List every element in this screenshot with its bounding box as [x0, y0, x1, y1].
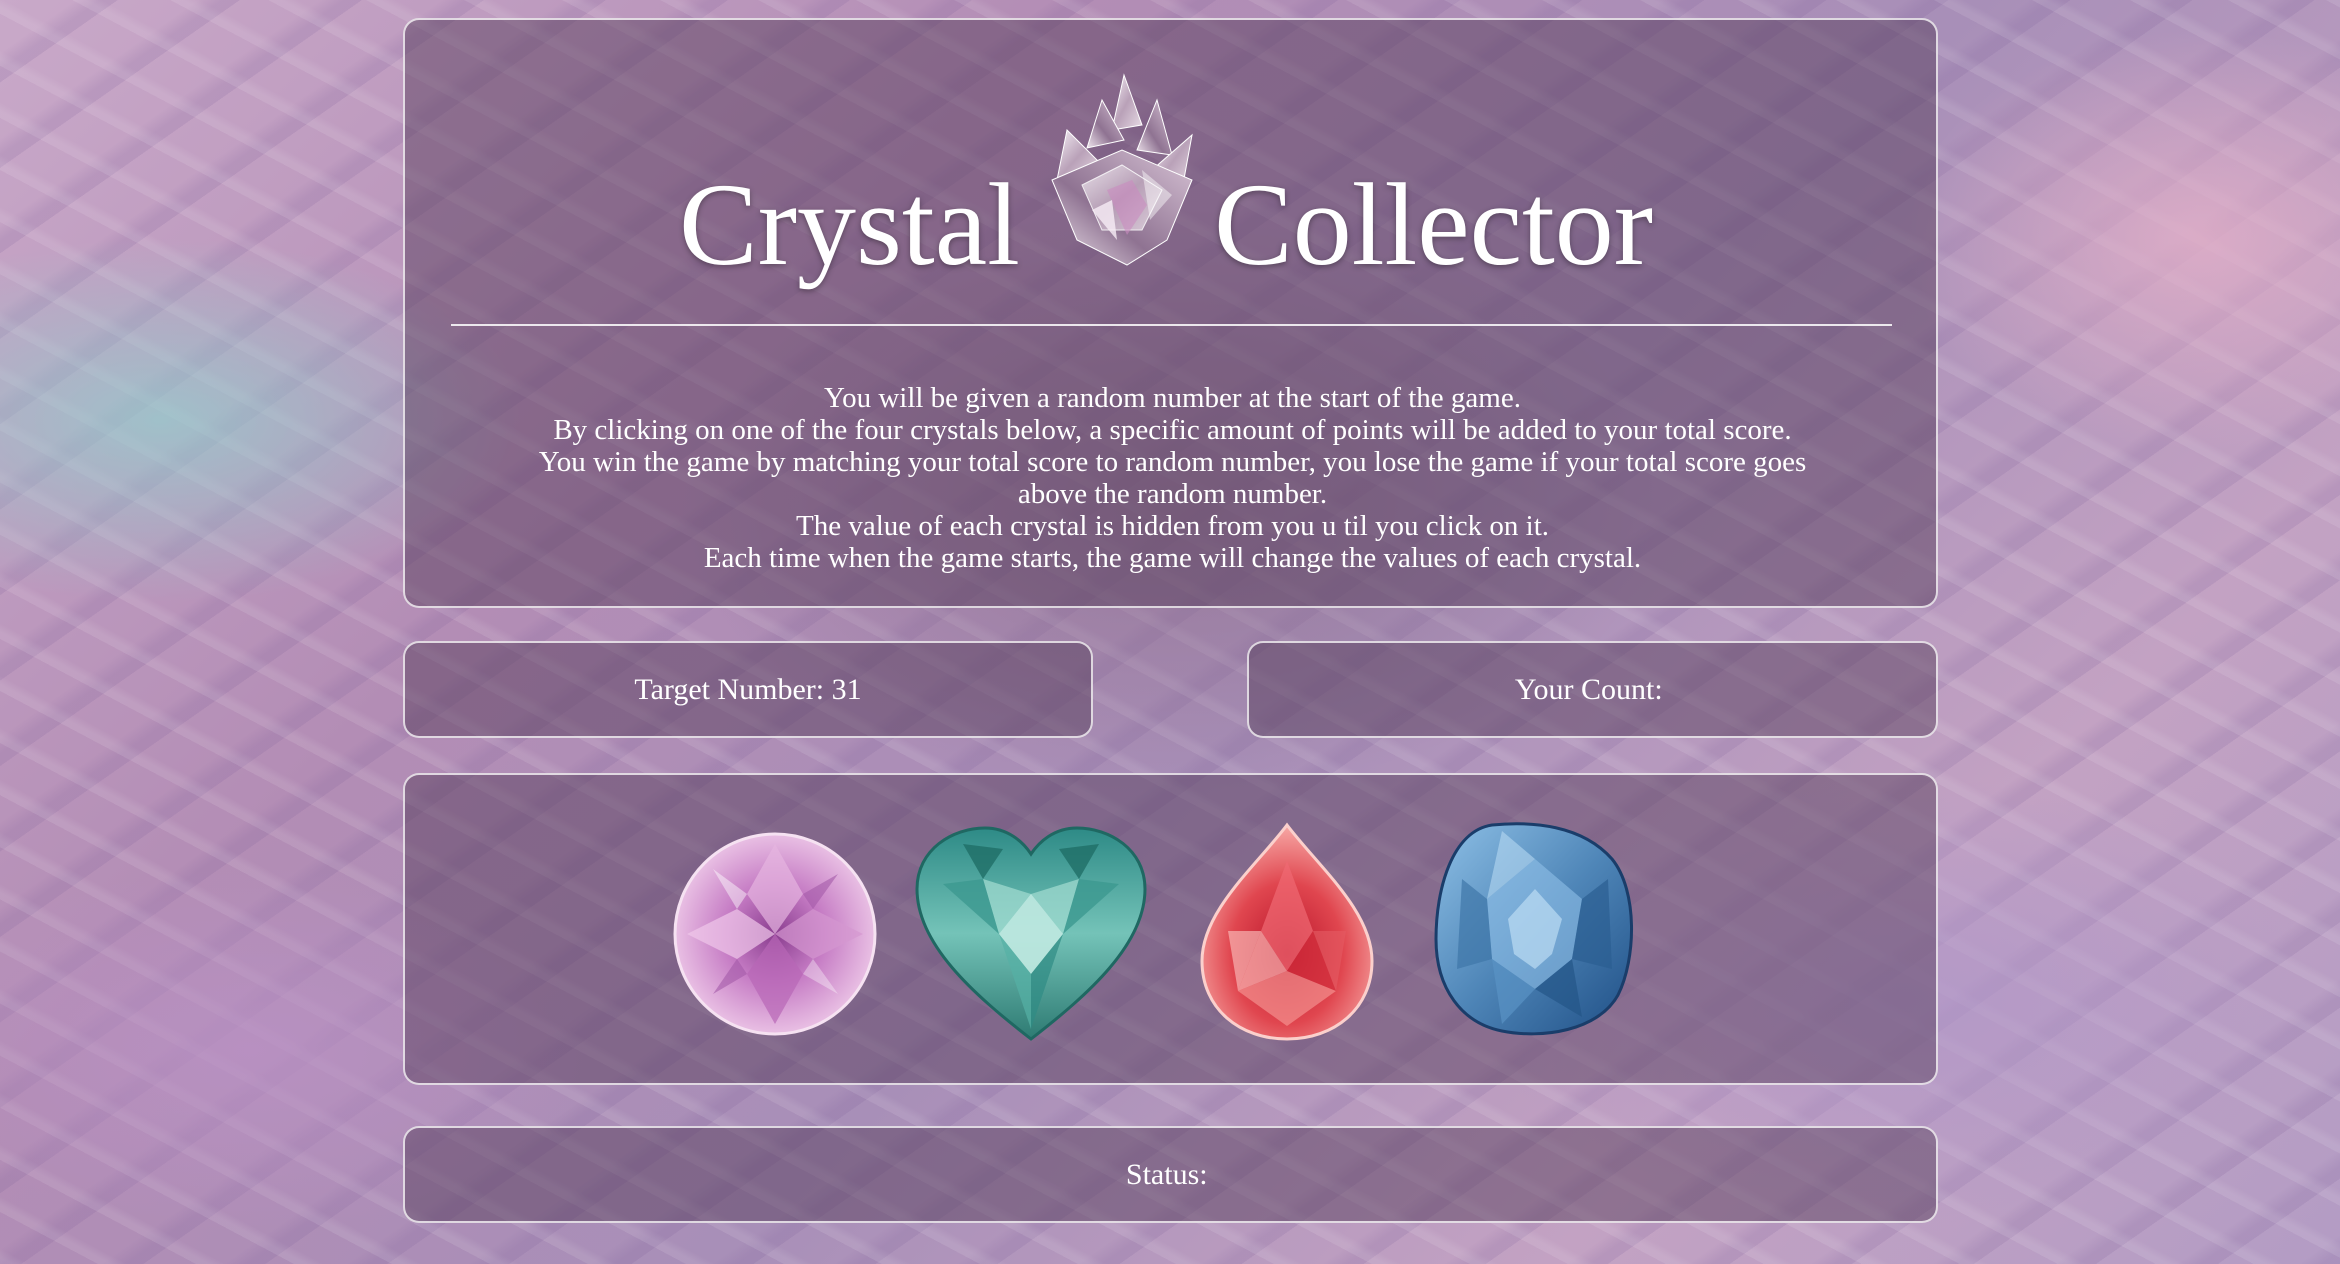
- crystal-panel: [403, 773, 1938, 1085]
- title-word-crystal: Crystal: [679, 159, 1020, 290]
- crystal-cluster-logo-icon: [1051, 73, 1193, 266]
- blue-cushion-crystal-button[interactable]: [1432, 819, 1638, 1041]
- target-number-panel: Target Number: 31: [403, 641, 1093, 738]
- instruction-line: You win the game by matching your total …: [538, 446, 1807, 478]
- instruction-line: The value of each crystal is hidden from…: [796, 510, 1549, 542]
- red-pear-crystal-button[interactable]: [1198, 821, 1376, 1043]
- your-count-label: Your Count:: [1514, 672, 1671, 706]
- status-panel: Status:: [403, 1126, 1938, 1223]
- game-title: Crystal Collector: [405, 60, 1936, 300]
- target-number-value: 31: [831, 672, 862, 706]
- status-label: Status:: [1125, 1157, 1216, 1191]
- instruction-line: You will be given a random number at the…: [824, 382, 1521, 414]
- header-divider: [451, 324, 1892, 326]
- instruction-line: By clicking on one of the four crystals …: [553, 414, 1792, 446]
- teal-heart-crystal-button[interactable]: [913, 824, 1149, 1044]
- title-word-collector: Collector: [1214, 159, 1654, 290]
- pink-round-crystal-button[interactable]: [673, 824, 877, 1044]
- target-number-label: Target Number:: [634, 672, 832, 706]
- instruction-line: above the random number.: [1017, 478, 1328, 510]
- your-count-panel: Your Count:: [1247, 641, 1938, 738]
- game-instructions: You will be given a random number at the…: [445, 382, 1900, 574]
- instruction-line: Each time when the game starts, the game…: [703, 542, 1642, 574]
- header-panel: Crystal Collector You will be given a ra…: [403, 18, 1938, 608]
